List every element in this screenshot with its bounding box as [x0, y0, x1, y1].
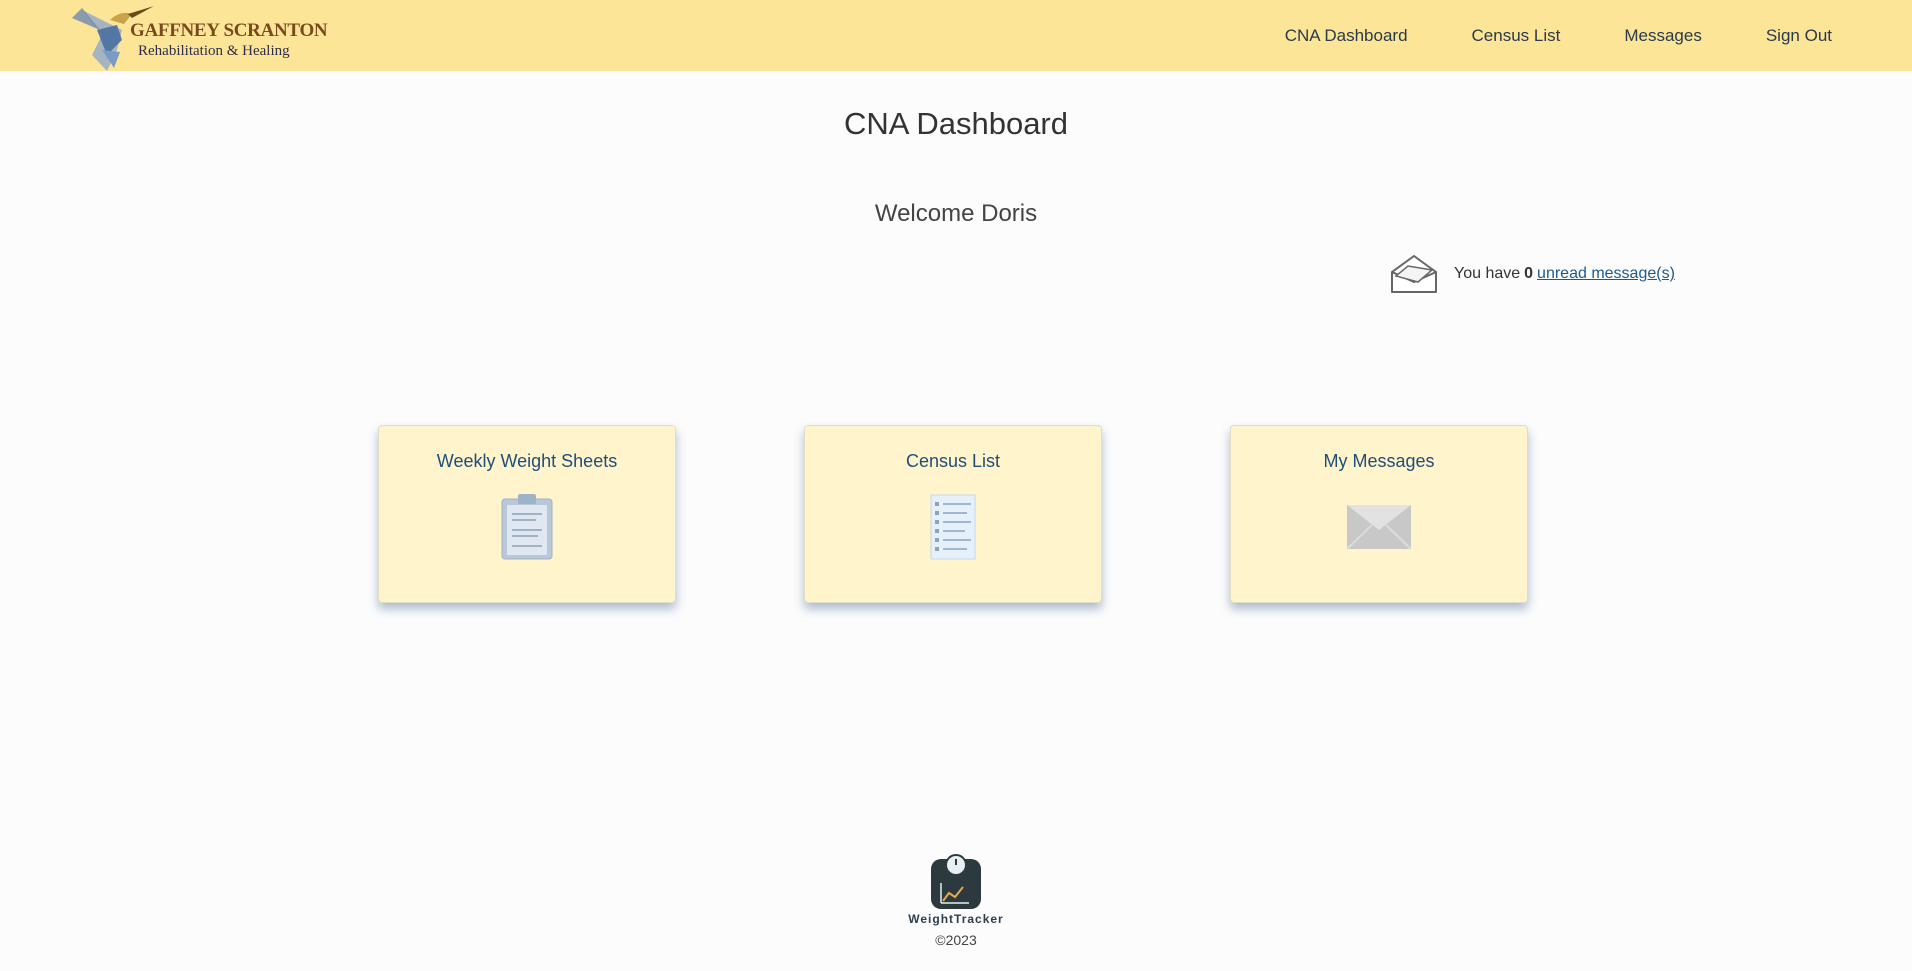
- unread-messages-notice: You have 0 unread message(s): [1388, 252, 1675, 296]
- card-title: Weekly Weight Sheets: [436, 451, 618, 471]
- list-document-icon: [930, 494, 976, 560]
- nav-census-list[interactable]: Census List: [1472, 26, 1561, 46]
- logo-subtitle: Rehabilitation & Healing: [138, 43, 290, 59]
- top-header: GAFFNEY SCRANTON Rehabilitation & Healin…: [0, 0, 1912, 71]
- scale-icon: [931, 854, 981, 909]
- card-title: My Messages: [1323, 451, 1435, 471]
- card-title: Census List: [905, 451, 1001, 471]
- clipboard-icon: [501, 494, 553, 560]
- page-title: CNA Dashboard: [843, 106, 1068, 141]
- gaffney-scranton-logo[interactable]: GAFFNEY SCRANTON Rehabilitation & Healin…: [62, 0, 328, 71]
- envelope-icon: [1346, 505, 1412, 550]
- my-messages-card[interactable]: My Messages: [1230, 425, 1528, 603]
- main-nav: CNA Dashboard Census List Messages Sign …: [1221, 0, 1832, 71]
- unread-count: 0: [1524, 265, 1534, 282]
- weighttracker-brand: WeightTracker: [908, 912, 1004, 926]
- nav-messages[interactable]: Messages: [1624, 26, 1701, 46]
- weekly-weight-sheets-card[interactable]: Weekly Weight Sheets: [378, 425, 676, 603]
- census-list-card[interactable]: Census List: [804, 425, 1102, 603]
- unread-messages-link[interactable]: unread message(s): [1537, 265, 1675, 283]
- logo-title: GAFFNEY SCRANTON: [130, 20, 328, 41]
- nav-cna-dashboard[interactable]: CNA Dashboard: [1285, 26, 1408, 46]
- nav-sign-out[interactable]: Sign Out: [1766, 26, 1832, 46]
- copyright: ©2023: [935, 932, 977, 948]
- footer: WeightTracker ©2023: [0, 853, 1912, 948]
- open-envelope-icon: [1391, 255, 1437, 293]
- notice-prefix: You have: [1454, 265, 1521, 282]
- welcome-message: Welcome Doris: [874, 200, 1038, 227]
